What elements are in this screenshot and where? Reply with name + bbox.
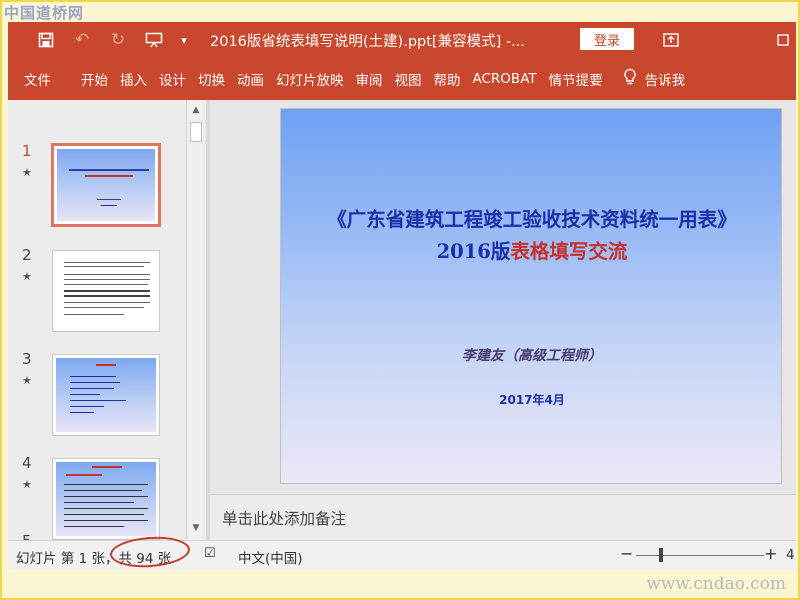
zoom-level[interactable]: 4: [786, 547, 795, 563]
tab-help[interactable]: 帮助: [428, 58, 467, 100]
tell-me-label: 告诉我: [644, 73, 686, 89]
zoom-slider-handle[interactable]: [659, 548, 663, 562]
animation-star-icon: ★: [22, 270, 32, 283]
animation-star-icon: ★: [22, 166, 32, 179]
slide-subtitle[interactable]: 2016版表格填写交流: [281, 237, 783, 267]
thumbnail-slide-3[interactable]: [52, 354, 160, 436]
thumbnail-slide-4[interactable]: [52, 458, 160, 540]
undo-icon[interactable]: ↶: [64, 22, 100, 58]
zoom-slider[interactable]: [636, 555, 764, 556]
thumbnail-number: 2: [22, 246, 32, 264]
tab-view[interactable]: 视图: [389, 58, 428, 100]
tab-transitions[interactable]: 切换: [192, 58, 231, 100]
scroll-up-icon[interactable]: ▲: [187, 102, 205, 118]
thumbnail-number: 4: [22, 454, 32, 472]
thumbnail-slide-2[interactable]: [52, 250, 160, 332]
ribbon-tabs: 文件 开始 插入 设计 切换 动画 幻灯片放映 审阅 视图 帮助 ACROBAT…: [8, 58, 796, 100]
tab-review[interactable]: 审阅: [350, 58, 389, 100]
thumbnails-scrollbar[interactable]: ▲ ▼: [186, 100, 204, 540]
thumbnail-number: 5: [22, 532, 32, 540]
tell-me-button[interactable]: 告诉我: [617, 58, 692, 100]
thumbnail-preview: [56, 254, 156, 328]
subtitle-highlight: 表格填写交流: [510, 240, 628, 263]
presentation-icon[interactable]: [136, 22, 172, 58]
tab-storyboard[interactable]: 情节提要: [543, 58, 609, 100]
watermark-bottom: www.cndao.com: [646, 574, 786, 594]
redo-icon[interactable]: ↻: [100, 22, 136, 58]
powerpoint-window: ↶ ↻ ▾ 2016版省统表填写说明(土建).ppt[兼容模式] -... 登录…: [8, 22, 796, 570]
tab-file[interactable]: 文件: [8, 58, 75, 100]
thumbnail-preview: [56, 462, 156, 536]
quick-access-toolbar: ↶ ↻ ▾: [8, 22, 196, 58]
thumbnail-preview: [56, 358, 156, 432]
spellcheck-icon[interactable]: ☑: [204, 546, 216, 561]
lightbulb-icon: [623, 68, 637, 90]
scroll-thumb[interactable]: [190, 122, 202, 142]
title-bar: ↶ ↻ ▾ 2016版省统表填写说明(土建).ppt[兼容模式] -... 登录: [8, 22, 796, 58]
zoom-out-icon[interactable]: −: [620, 544, 633, 563]
customize-toolbar-icon[interactable]: ▾: [172, 22, 196, 58]
slide-title[interactable]: 《广东省建筑工程竣工验收技术资料统一用表》: [281, 205, 783, 235]
notes-pane[interactable]: 单击此处添加备注: [210, 494, 796, 540]
maximize-icon[interactable]: [768, 22, 796, 58]
tab-slideshow[interactable]: 幻灯片放映: [270, 58, 350, 100]
subtitle-prefix: 2016版: [436, 240, 511, 263]
animation-star-icon: ★: [22, 374, 32, 387]
slide-author[interactable]: 李建友（高级工程师）: [281, 345, 783, 365]
watermark-top: 中国道桥网: [4, 4, 85, 22]
tab-insert[interactable]: 插入: [114, 58, 153, 100]
tab-acrobat[interactable]: ACROBAT: [467, 58, 543, 100]
thumbnail-number: 3: [22, 350, 32, 368]
thumbnail-number: 1: [22, 142, 32, 160]
tab-home[interactable]: 开始: [75, 58, 114, 100]
ribbon-display-icon[interactable]: [656, 22, 686, 58]
thumbnail-preview: [57, 149, 155, 221]
animation-star-icon: ★: [22, 478, 32, 491]
login-button[interactable]: 登录: [580, 28, 634, 50]
zoom-in-icon[interactable]: +: [764, 544, 777, 563]
tab-animations[interactable]: 动画: [231, 58, 270, 100]
scroll-down-icon[interactable]: ▼: [187, 520, 205, 536]
slide-thumbnails-panel: 1 ★ 2 ★ 3 ★ 4 ★: [8, 100, 206, 540]
slide-date[interactable]: 2017年4月: [281, 391, 783, 408]
thumbnail-slide-1[interactable]: [51, 143, 161, 227]
save-icon[interactable]: [28, 22, 64, 58]
language-status[interactable]: 中文(中国): [238, 547, 303, 567]
notes-placeholder: 单击此处添加备注: [222, 510, 347, 528]
current-slide[interactable]: 《广东省建筑工程竣工验收技术资料统一用表》 2016版表格填写交流 李建友（高级…: [280, 108, 782, 484]
tab-design[interactable]: 设计: [153, 58, 192, 100]
slide-editor: 《广东省建筑工程竣工验收技术资料统一用表》 2016版表格填写交流 李建友（高级…: [210, 100, 796, 492]
document-title: 2016版省统表填写说明(土建).ppt[兼容模式] -...: [210, 33, 525, 50]
